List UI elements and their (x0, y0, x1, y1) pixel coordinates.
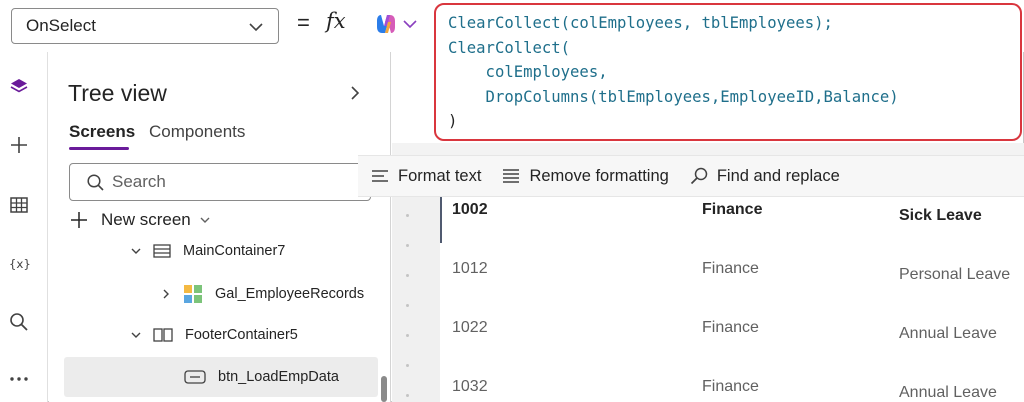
button-control-icon (184, 370, 206, 384)
layers-icon[interactable] (8, 76, 30, 98)
equals-sign: = (297, 10, 310, 35)
chevron-right-icon[interactable] (349, 85, 361, 101)
gallery-cell-leave[interactable]: Personal Leave (899, 266, 1010, 284)
chevron-down-icon[interactable] (130, 330, 142, 340)
tree-view-title: Tree view (68, 80, 167, 106)
format-text-label: Format text (398, 166, 482, 185)
formula-editor[interactable]: ClearCollect(colEmployees, tblEmployees)… (434, 3, 1022, 141)
gallery-cell-department[interactable]: Finance (702, 378, 759, 396)
new-screen-label: New screen (101, 210, 191, 229)
gallery-cell-id[interactable]: 1002 (452, 201, 488, 219)
search-placeholder: Search (112, 172, 166, 191)
format-text-icon (372, 170, 388, 182)
format-text-button[interactable]: Format text (370, 167, 481, 186)
remove-formatting-label: Remove formatting (529, 166, 669, 185)
chevron-down-icon (200, 217, 210, 223)
plus-icon (71, 212, 87, 228)
data-table-icon[interactable] (8, 194, 30, 216)
fx-icon[interactable]: fx (326, 9, 346, 33)
gallery-cell-leave[interactable]: Sick Leave (899, 207, 982, 225)
code-line-1: ClearCollect(colEmployees, tblEmployees)… (448, 14, 833, 32)
gallery-icon (184, 285, 202, 303)
tab-screens[interactable]: Screens (69, 122, 135, 142)
chevron-right-icon[interactable] (161, 288, 171, 300)
code-line-2: ClearCollect( (448, 38, 571, 57)
gallery-cell-leave[interactable]: Annual Leave (899, 325, 997, 343)
gallery-cell-id[interactable]: 1012 (452, 260, 488, 278)
employee-gallery[interactable]: 1002 Finance Sick Leave 1012 Finance Per… (440, 197, 1024, 402)
copilot-icon[interactable] (374, 12, 398, 36)
vertical-container-icon (153, 244, 171, 258)
property-dropdown[interactable]: OnSelect (11, 8, 279, 44)
search-icon[interactable] (8, 311, 30, 333)
gallery-cell-id[interactable]: 1022 (452, 319, 488, 337)
tree-item-label: Gal_EmployeeRecords (215, 286, 365, 302)
code-line-5: ) (448, 112, 458, 130)
tree-item-label: btn_LoadEmpData (218, 369, 339, 385)
gallery-cell-id[interactable]: 1032 (452, 378, 488, 396)
find-icon (690, 167, 708, 185)
tree-item-label: MainContainer7 (183, 243, 286, 259)
active-tab-indicator (69, 147, 129, 150)
code-line-3: colEmployees, (448, 63, 608, 81)
tree-view-panel: Tree view Screens Components Search New … (49, 52, 391, 402)
tree-item-gal-employeerecords[interactable]: Gal_EmployeeRecords (159, 276, 364, 312)
find-replace-label: Find and replace (716, 166, 840, 185)
formula-bar: OnSelect = fx ClearCollect(colEmployees,… (0, 0, 1024, 141)
gallery-cell-department[interactable]: Finance (702, 319, 759, 337)
find-replace-button[interactable]: Find and replace (689, 166, 840, 186)
code-line-4: DropColumns(tblEmployees,EmployeeID,Bala… (448, 87, 899, 106)
remove-formatting-button[interactable]: Remove formatting (501, 166, 669, 186)
more-options-icon[interactable] (8, 368, 30, 390)
gallery-cell-department[interactable]: Finance (702, 260, 759, 278)
chevron-down-icon (249, 23, 263, 32)
property-value: OnSelect (26, 16, 96, 35)
tree-item-label: FooterContainer5 (185, 327, 298, 343)
variables-icon[interactable]: {x} (8, 253, 30, 275)
tree-scrollbar-thumb[interactable] (381, 376, 387, 402)
chevron-down-icon[interactable] (130, 246, 142, 256)
copilot-chevron-icon[interactable] (403, 18, 417, 30)
remove-formatting-icon (503, 169, 520, 183)
canvas-dots (406, 200, 410, 402)
insert-plus-icon[interactable] (8, 134, 30, 156)
new-screen-button[interactable]: New screen (69, 210, 211, 230)
selected-item-bar (440, 197, 442, 243)
tab-components[interactable]: Components (149, 122, 245, 142)
tree-item-maincontainer7[interactable]: MainContainer7 (129, 233, 285, 269)
tree-search-input[interactable]: Search (69, 163, 371, 201)
left-rail: {x} (0, 52, 48, 402)
svg-text:{x}: {x} (9, 257, 30, 271)
search-icon (87, 174, 104, 191)
gallery-cell-department[interactable]: Finance (702, 201, 762, 219)
gallery-cell-leave[interactable]: Annual Leave (899, 384, 997, 402)
tree-item-footercontainer5[interactable]: FooterContainer5 (129, 317, 298, 353)
tree-item-btn-loadempdata[interactable]: btn_LoadEmpData (184, 359, 339, 395)
formula-toolbar: Format text Remove formatting Find and r… (358, 155, 1024, 197)
horizontal-container-icon (153, 328, 173, 342)
